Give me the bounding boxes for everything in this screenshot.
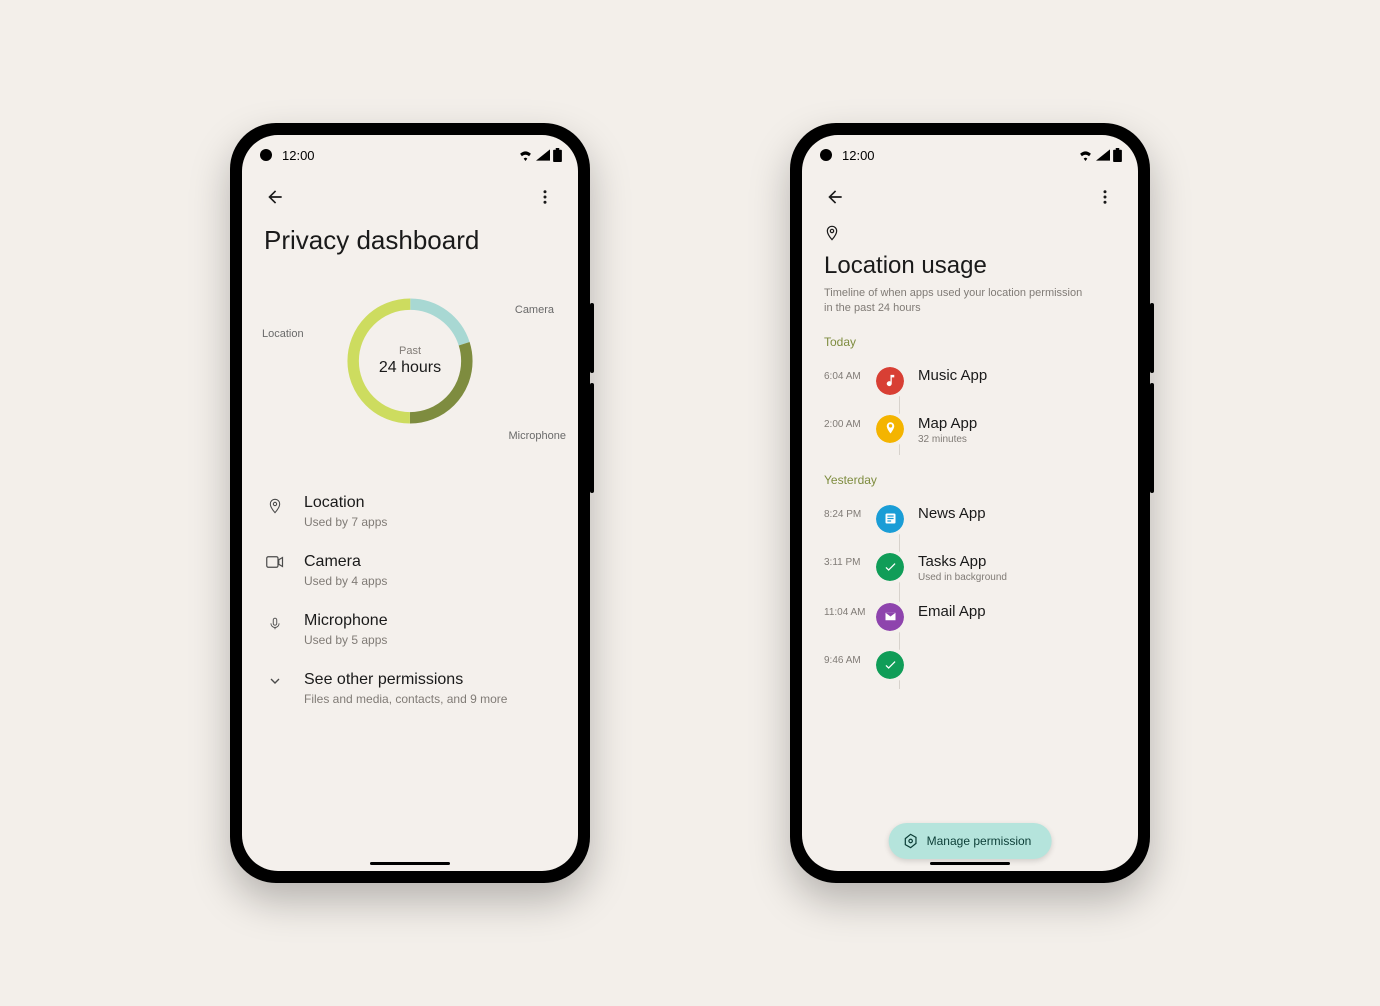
permission-subtitle: Files and media, contacts, and 9 more — [304, 692, 507, 706]
timeline-row-map[interactable]: 2:00 AM Map App 32 minutes — [876, 405, 1116, 455]
permission-row-camera[interactable]: Camera Used by 4 apps — [264, 541, 556, 600]
timeline-yesterday: 8:24 PM News App 3:11 PM — [824, 495, 1116, 689]
more-vert-icon — [536, 188, 554, 206]
wifi-icon — [518, 149, 533, 161]
timeline-row-music[interactable]: 6:04 AM Music App — [876, 357, 1116, 405]
app-icon-news — [876, 505, 904, 533]
section-label-today: Today — [824, 335, 1116, 349]
phone-frame-privacy: 12:00 Privacy dashboard — [230, 123, 590, 883]
arrow-back-icon — [265, 187, 285, 207]
phone-frame-location: 12:00 Location usage — [790, 123, 1150, 883]
app-icon-map — [876, 415, 904, 443]
donut-center-big: 24 hours — [379, 359, 441, 377]
timeline-title: Map App — [918, 415, 977, 432]
permission-title: Location — [304, 494, 387, 512]
permission-title: Microphone — [304, 612, 388, 630]
overflow-button[interactable] — [530, 182, 560, 212]
microphone-icon — [264, 614, 286, 634]
screen-privacy: 12:00 Privacy dashboard — [242, 135, 578, 871]
app-bar — [242, 175, 578, 219]
back-button[interactable] — [820, 182, 850, 212]
timeline-time: 3:11 PM — [824, 557, 872, 568]
wifi-icon — [1078, 149, 1093, 161]
timeline-title: Tasks App — [918, 553, 1007, 570]
permission-title: See other permissions — [304, 671, 507, 689]
signal-icon — [1096, 149, 1110, 161]
permission-subtitle: Used by 4 apps — [304, 574, 387, 588]
battery-icon — [1113, 148, 1122, 162]
permission-list: Location Used by 7 apps Camera Used by 4… — [264, 482, 556, 718]
section-label-yesterday: Yesterday — [824, 473, 1116, 487]
home-indicator[interactable] — [370, 862, 450, 865]
more-vert-icon — [1096, 188, 1114, 206]
timeline-row-email[interactable]: 11:04 AM Email App — [876, 593, 1116, 641]
home-indicator[interactable] — [930, 862, 1010, 865]
timeline-row-news[interactable]: 8:24 PM News App — [876, 495, 1116, 543]
signal-icon — [536, 149, 550, 161]
donut-center-small: Past — [379, 345, 441, 357]
app-icon-tasks — [876, 553, 904, 581]
timeline-title: Music App — [918, 367, 987, 384]
manage-permission-label: Manage permission — [927, 834, 1032, 848]
page-title: Location usage — [824, 252, 1116, 280]
timeline-time: 6:04 AM — [824, 371, 872, 382]
back-button[interactable] — [260, 182, 290, 212]
status-time: 12:00 — [842, 148, 875, 163]
timeline-title: Email App — [918, 603, 986, 620]
content-privacy: Privacy dashboard Past 24 hours Location — [242, 219, 578, 871]
timeline-row-tasks[interactable]: 3:11 PM Tasks App Used in background — [876, 543, 1116, 593]
app-icon-music — [876, 367, 904, 395]
app-bar — [802, 175, 1138, 219]
status-icons — [1078, 148, 1122, 162]
status-time: 12:00 — [282, 148, 315, 163]
camera-hole-icon — [260, 149, 272, 161]
battery-icon — [553, 148, 562, 162]
permission-subtitle: Used by 5 apps — [304, 633, 388, 647]
timeline-today: 6:04 AM Music App 2:00 AM — [824, 357, 1116, 455]
status-bar: 12:00 — [242, 135, 578, 175]
timeline-subtitle: Used in background — [918, 572, 1007, 583]
app-icon-email — [876, 603, 904, 631]
page-title: Privacy dashboard — [264, 225, 556, 256]
location-pin-icon — [264, 496, 286, 516]
timeline-subtitle: 32 minutes — [918, 434, 977, 445]
screen-location: 12:00 Location usage — [802, 135, 1138, 871]
donut-label-location: Location — [262, 328, 304, 340]
app-icon-tasks — [876, 651, 904, 679]
timeline-time: 2:00 AM — [824, 419, 872, 430]
donut-label-camera: Camera — [515, 304, 554, 316]
status-bar: 12:00 — [802, 135, 1138, 175]
usage-donut-chart: Past 24 hours Location Camera Microphone — [264, 266, 556, 456]
settings-hex-icon — [903, 833, 919, 849]
overflow-button[interactable] — [1090, 182, 1120, 212]
timeline-row-partial[interactable]: 9:46 AM — [876, 641, 1116, 689]
status-icons — [518, 148, 562, 162]
camera-icon — [264, 555, 286, 569]
chevron-down-icon — [264, 673, 286, 689]
permission-row-microphone[interactable]: Microphone Used by 5 apps — [264, 600, 556, 659]
stage: 12:00 Privacy dashboard — [0, 0, 1380, 1006]
content-location: Location usage Timeline of when apps use… — [802, 219, 1138, 871]
arrow-back-icon — [825, 187, 845, 207]
donut-center: Past 24 hours — [379, 345, 441, 377]
permission-row-location[interactable]: Location Used by 7 apps — [264, 482, 556, 541]
permission-subtitle: Used by 7 apps — [304, 515, 387, 529]
timeline-time: 8:24 PM — [824, 509, 872, 520]
location-pin-icon — [824, 223, 1116, 248]
timeline-title: News App — [918, 505, 986, 522]
timeline-time: 9:46 AM — [824, 655, 872, 666]
camera-hole-icon — [820, 149, 832, 161]
permission-row-other[interactable]: See other permissions Files and media, c… — [264, 659, 556, 718]
timeline-time: 11:04 AM — [824, 607, 872, 618]
donut-label-microphone: Microphone — [509, 430, 566, 442]
manage-permission-button[interactable]: Manage permission — [889, 823, 1052, 859]
page-subtitle: Timeline of when apps used your location… — [824, 286, 1084, 317]
permission-title: Camera — [304, 553, 387, 571]
